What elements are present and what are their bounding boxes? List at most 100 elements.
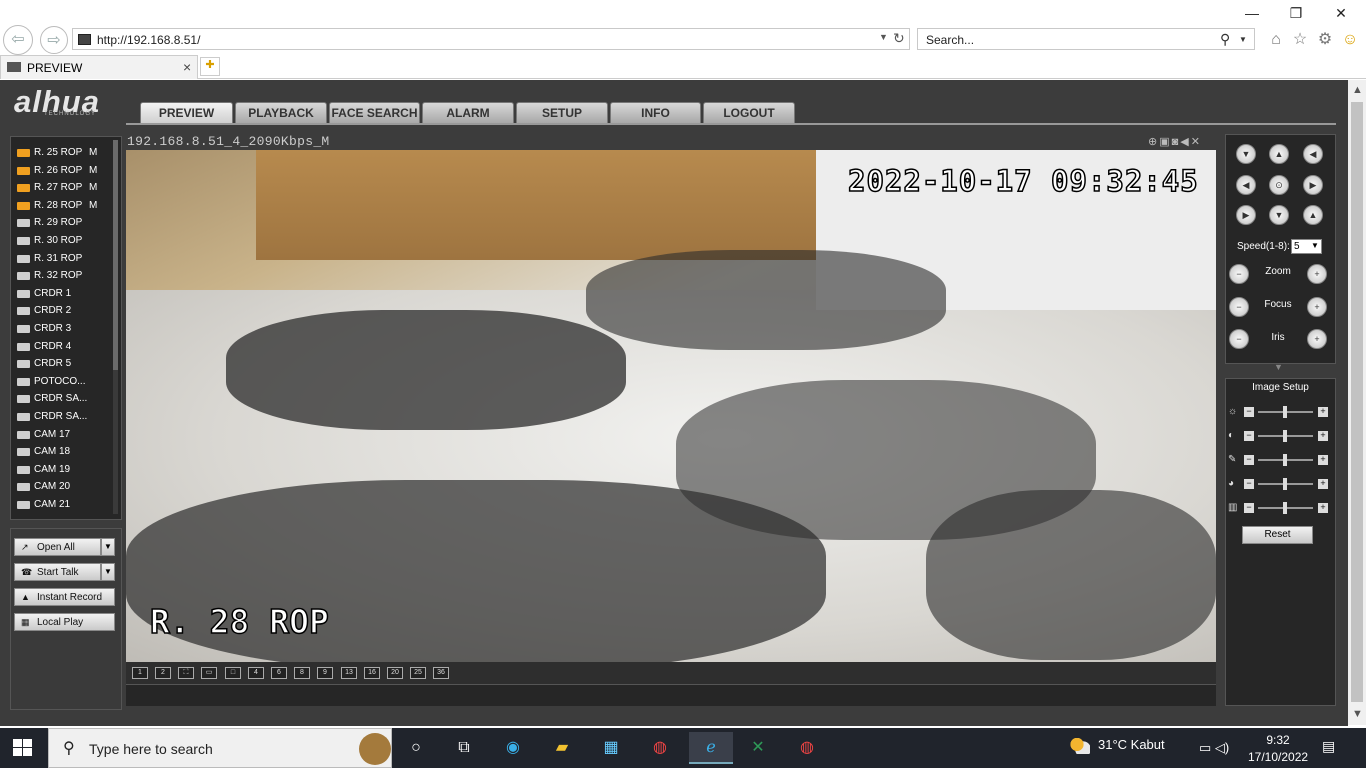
camera-video-feed[interactable] xyxy=(126,150,1216,662)
address-dropdown-icon[interactable]: ▼ xyxy=(879,32,888,42)
volume-icon[interactable]: ◁) xyxy=(1215,740,1229,755)
slider-knob[interactable] xyxy=(1283,406,1287,418)
layout-button[interactable]: 2 xyxy=(155,667,171,679)
search-icon[interactable]: ⚲ xyxy=(1220,31,1230,48)
tab-preview[interactable]: PREVIEW × xyxy=(0,55,198,79)
ptz-down-icon[interactable]: ▼ xyxy=(1269,205,1289,225)
address-bar[interactable]: http://192.168.8.51/ ▼ ↻ xyxy=(72,28,910,50)
slider-knob[interactable] xyxy=(1283,454,1287,466)
iris-minus-icon[interactable]: − xyxy=(1229,329,1249,349)
close-video-icon[interactable]: ✕ xyxy=(1191,136,1202,148)
slider-knob[interactable] xyxy=(1283,502,1287,514)
system-tray[interactable]: ▭ ◁) xyxy=(1199,740,1229,756)
chrome-profile-icon[interactable]: ◍ xyxy=(644,732,676,764)
minus-icon[interactable]: − xyxy=(1244,407,1254,417)
taskbar-clock[interactable]: 9:32 17/10/2022 xyxy=(1248,732,1308,766)
favorites-star-icon[interactable]: ☆ xyxy=(1290,30,1310,50)
slider-knob[interactable] xyxy=(1283,430,1287,442)
zoom-in-icon[interactable]: + xyxy=(1307,264,1327,284)
minus-icon[interactable]: − xyxy=(1244,503,1254,513)
ptz-left-icon[interactable]: ◀ xyxy=(1236,175,1256,195)
layout-button[interactable]: 8 xyxy=(294,667,310,679)
audio-icon[interactable]: ◀ xyxy=(1180,136,1190,148)
settings-gear-icon[interactable]: ⚙ xyxy=(1315,30,1335,50)
file-explorer-icon[interactable]: ▰ xyxy=(546,732,578,764)
layout-button[interactable]: 4 xyxy=(248,667,264,679)
smiley-feedback-icon[interactable]: ☺ xyxy=(1340,30,1360,50)
saturation-slider[interactable]: ✎ − + xyxy=(1228,453,1328,467)
windows-start-icon[interactable] xyxy=(13,739,33,757)
chrome-icon[interactable]: ◍ xyxy=(791,732,823,764)
forward-arrow-icon[interactable]: ⇨ xyxy=(40,26,68,54)
slider-knob[interactable] xyxy=(1283,478,1287,490)
layout-button[interactable]: 16 xyxy=(364,667,380,679)
taskbar-search-box[interactable]: ⚲ Type here to search xyxy=(48,728,392,768)
local-play-button[interactable]: ▦ Local Play xyxy=(14,613,115,631)
reset-button[interactable]: Reset xyxy=(1242,526,1313,544)
tab-close-icon[interactable]: × xyxy=(183,59,191,75)
minus-icon[interactable]: − xyxy=(1244,431,1254,441)
nav-tab-alarm[interactable]: ALARM xyxy=(422,102,514,124)
layout-button[interactable]: 13 xyxy=(341,667,357,679)
layout-button[interactable]: □ xyxy=(225,667,241,679)
ptz-up-icon[interactable]: ▲ xyxy=(1269,144,1289,164)
plus-icon[interactable]: + xyxy=(1318,431,1328,441)
notification-icon[interactable]: ▤ xyxy=(1322,738,1346,760)
plus-icon[interactable]: + xyxy=(1318,455,1328,465)
new-tab-icon[interactable]: ✚ xyxy=(200,57,220,76)
layout-button[interactable]: 9 xyxy=(317,667,333,679)
cortana-circle-icon[interactable]: ○ xyxy=(400,732,432,764)
minus-icon[interactable]: − xyxy=(1244,455,1254,465)
taskbar-weather[interactable]: 31°C Kabut xyxy=(1070,737,1165,754)
nav-tab-logout[interactable]: LOGOUT xyxy=(703,102,795,124)
layout-button[interactable]: 6 xyxy=(271,667,287,679)
browser-search-box[interactable]: Search... ⚲ ▼ xyxy=(917,28,1255,50)
ptz-center-icon[interactable]: ⊙ xyxy=(1269,175,1289,195)
search-dropdown-icon[interactable]: ▼ xyxy=(1239,35,1247,44)
page-scrollbar[interactable]: ▲ ▼ xyxy=(1348,80,1366,725)
plus-icon[interactable]: + xyxy=(1318,503,1328,513)
nav-tab-playback[interactable]: PLAYBACK xyxy=(235,102,327,124)
edge-browser-icon[interactable]: ◉ xyxy=(497,732,529,764)
ptz-right-down-icon[interactable]: ▲ xyxy=(1303,205,1323,225)
internet-explorer-icon[interactable]: ℯ xyxy=(689,732,733,764)
instant-record-button[interactable]: ▲ Instant Record xyxy=(14,588,115,606)
layout-button[interactable]: ▭ xyxy=(201,667,217,679)
nav-tab-preview[interactable]: PREVIEW xyxy=(140,102,233,124)
plus-icon[interactable]: + xyxy=(1318,479,1328,489)
layout-button[interactable]: 36 xyxy=(433,667,449,679)
zoom-icon[interactable]: ⊕ xyxy=(1148,136,1159,148)
microsoft-store-icon[interactable]: ▦ xyxy=(595,732,627,764)
restore-icon[interactable]: ❐ xyxy=(1284,4,1308,22)
minimize-icon[interactable]: — xyxy=(1240,4,1264,22)
camera-snapshot-icon[interactable]: ◙ xyxy=(1172,136,1181,148)
collapse-arrow-icon[interactable]: ▼ xyxy=(1274,362,1283,372)
channel-list-scrollbar[interactable] xyxy=(113,140,118,514)
layout-button[interactable]: 20 xyxy=(387,667,403,679)
snapshot-icon[interactable]: ▣ xyxy=(1159,136,1171,148)
open-all-dropdown[interactable]: ▼ xyxy=(101,538,115,556)
task-view-icon[interactable]: ⧉ xyxy=(448,732,480,764)
start-talk-dropdown[interactable]: ▼ xyxy=(101,563,115,581)
hue-slider[interactable]: ◕ − + xyxy=(1228,477,1328,491)
back-arrow-icon[interactable]: ⇦ xyxy=(3,25,33,55)
minus-icon[interactable]: − xyxy=(1244,479,1254,489)
channel-scroll-thumb[interactable] xyxy=(113,140,118,370)
open-all-button[interactable]: ↗ Open All xyxy=(14,538,101,556)
ptz-left-up-icon[interactable]: ▼ xyxy=(1236,144,1256,164)
ptz-speed-select[interactable]: 5 ▼ xyxy=(1291,239,1322,254)
brightness-slider[interactable]: ☼ − + xyxy=(1228,405,1328,419)
nav-tab-face-search[interactable]: FACE SEARCH xyxy=(329,102,420,124)
focus-plus-icon[interactable]: + xyxy=(1307,297,1327,317)
focus-minus-icon[interactable]: − xyxy=(1229,297,1249,317)
scroll-down-icon[interactable]: ▼ xyxy=(1352,708,1363,720)
zoom-out-icon[interactable]: − xyxy=(1229,264,1249,284)
plus-icon[interactable]: + xyxy=(1318,407,1328,417)
close-window-icon[interactable]: ✕ xyxy=(1329,4,1353,22)
iris-plus-icon[interactable]: + xyxy=(1307,329,1327,349)
layout-fullscreen-button[interactable]: ⛶ xyxy=(178,667,194,679)
layout-button[interactable]: 25 xyxy=(410,667,426,679)
gain-slider[interactable]: ▥ − + xyxy=(1228,501,1328,515)
refresh-icon[interactable]: ↻ xyxy=(893,30,905,47)
scrollbar-thumb[interactable] xyxy=(1351,102,1363,702)
